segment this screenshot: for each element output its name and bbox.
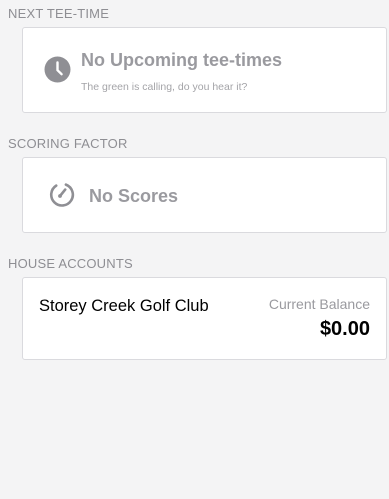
- tee-time-card[interactable]: No Upcoming tee-times The green is calli…: [22, 27, 387, 113]
- no-tee-times-subtitle: The green is calling, do you hear it?: [81, 81, 248, 93]
- no-tee-times-title: No Upcoming tee-times: [81, 50, 283, 70]
- club-name: Storey Creek Golf Club: [39, 297, 209, 315]
- gauge-icon: [49, 183, 75, 207]
- section-label-house-accounts: HOUSE ACCOUNTS: [8, 256, 133, 271]
- house-account-row[interactable]: Storey Creek Golf Club Current Balance $…: [22, 277, 387, 360]
- section-label-next-tee-time: NEXT TEE-TIME: [8, 6, 110, 21]
- scoring-card[interactable]: No Scores: [22, 157, 387, 233]
- home-screen: { "tee_time": { "section_label": "NEXT T…: [0, 0, 389, 499]
- current-balance-label: Current Balance: [268, 296, 370, 312]
- section-label-scoring-factor: SCORING FACTOR: [8, 136, 128, 151]
- current-balance-value: $0.00: [319, 318, 370, 340]
- no-scores-title: No Scores: [89, 186, 179, 206]
- clock-icon: [44, 56, 71, 83]
